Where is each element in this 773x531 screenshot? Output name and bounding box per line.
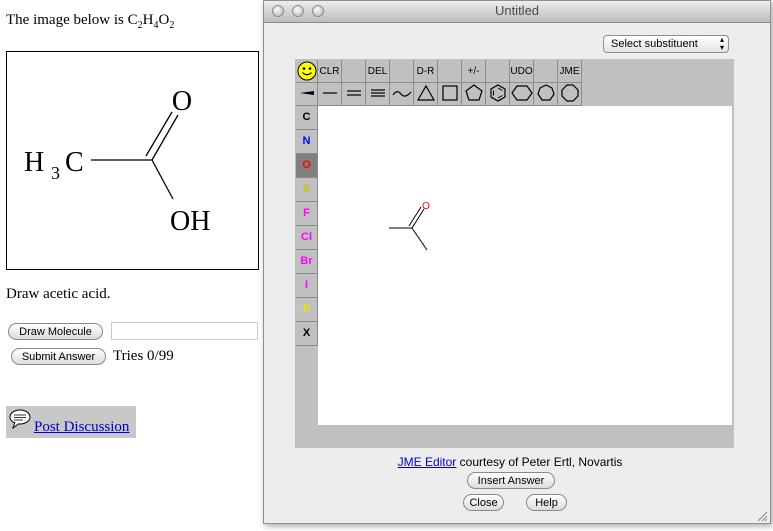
delete-button[interactable]: DEL [366, 60, 390, 83]
resize-grip-icon[interactable] [756, 509, 768, 527]
jme-info-button[interactable]: JME [558, 60, 582, 83]
atom-i-button[interactable]: I [296, 274, 318, 298]
delete-r-button[interactable]: D-R [414, 60, 438, 83]
stereo-bond-icon[interactable] [296, 83, 318, 106]
jme-credit: JME Editor courtesy of Peter Ertl, Novar… [300, 455, 720, 469]
drawing-canvas[interactable]: O [318, 106, 732, 425]
toolbar-blank-3 [438, 60, 462, 83]
pentagon-ring-icon[interactable] [462, 83, 486, 106]
methyl-h-label: H [24, 147, 44, 178]
acetic-acid-structure: O H 3 C OH [24, 86, 210, 237]
jme-editor-link[interactable]: JME Editor [398, 455, 457, 469]
tries-counter: Tries 0/99 [113, 348, 174, 364]
submit-answer-button[interactable]: Submit Answer [11, 348, 106, 365]
answer-input[interactable] [111, 322, 258, 340]
insert-answer-button[interactable]: Insert Answer [467, 472, 555, 489]
atom-cl-button[interactable]: Cl [296, 226, 318, 250]
atom-p-button[interactable]: P [296, 298, 318, 322]
draw-molecule-button[interactable]: Draw Molecule [8, 323, 103, 340]
speech-bubble-icon[interactable] [9, 409, 33, 434]
window-title: Untitled [494, 3, 540, 18]
atom-s-button[interactable]: S [296, 178, 318, 202]
benzene-ring-icon[interactable] [486, 83, 510, 106]
triple-bond-icon[interactable] [366, 83, 390, 106]
square-ring-icon[interactable] [438, 83, 462, 106]
toolbar-blank-1 [342, 60, 366, 83]
chain-icon[interactable] [390, 83, 414, 106]
help-button[interactable]: Help [526, 494, 567, 511]
toolbar-blank-2 [390, 60, 414, 83]
drawn-molecule: O [389, 201, 430, 251]
atom-br-button[interactable]: Br [296, 250, 318, 274]
heptagon-ring-icon[interactable] [534, 83, 558, 106]
hexagon-ring-icon[interactable] [510, 83, 534, 106]
substituent-select[interactable]: Select substituent ▴ ▾ [603, 35, 729, 53]
clear-button[interactable]: CLR [318, 60, 342, 83]
close-button[interactable]: Close [463, 494, 504, 511]
select-arrows-icon: ▴ ▾ [719, 35, 724, 52]
molecule-image: O H 3 C OH [6, 51, 259, 270]
hydroxyl-label: OH [170, 206, 210, 237]
charge-button[interactable]: +/- [462, 60, 486, 83]
atom-f-button[interactable]: F [296, 202, 318, 226]
canvas-oxygen-label: O [422, 201, 430, 212]
toolbar-blank-5 [534, 60, 558, 83]
atom-o-button[interactable]: O [296, 154, 318, 178]
atom-x-button[interactable]: X [296, 322, 318, 346]
atom-c-button[interactable]: C [296, 106, 318, 130]
substituent-select-label: Select substituent [611, 38, 698, 50]
methyl-subscript: 3 [51, 163, 60, 183]
single-bond-icon[interactable] [318, 83, 342, 106]
methyl-c-label: C [65, 147, 84, 178]
oxygen-label: O [172, 86, 192, 117]
atom-n-button[interactable]: N [296, 130, 318, 154]
post-discussion-link[interactable]: Post Discussion [34, 419, 129, 436]
credit-text: courtesy of Peter Ertl, Novartis [456, 455, 623, 469]
toolbar-blank-4 [486, 60, 510, 83]
instruction-text: Draw acetic acid. [6, 286, 111, 302]
octagon-ring-icon[interactable] [558, 83, 582, 106]
triangle-ring-icon[interactable] [414, 83, 438, 106]
intro-text: The image below is C2H4O2 [6, 12, 175, 31]
undo-button[interactable]: UDO [510, 60, 534, 83]
smiley-icon[interactable] [296, 60, 318, 83]
double-bond-icon[interactable] [342, 83, 366, 106]
